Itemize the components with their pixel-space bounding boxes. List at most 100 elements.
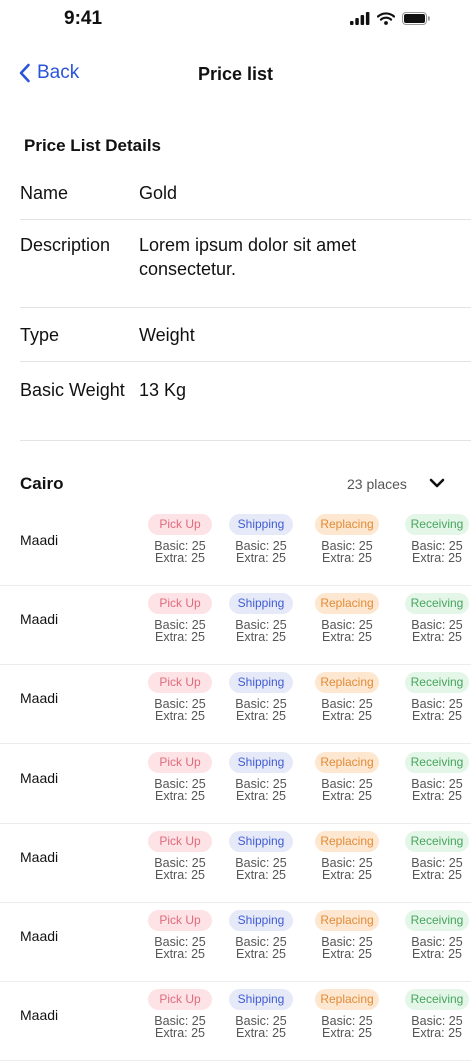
service-badge-recv: Receiving: [405, 910, 469, 931]
place-row: Maadi Pick Up Basic: 25 Extra: 25 Shipping Ba…: [0, 507, 471, 586]
extra-rate: Extra: 25: [321, 867, 373, 882]
basic-rate: Basic: 25: [411, 1014, 463, 1029]
service-cell: Replacing Basic: 25 Extra: 25: [311, 751, 383, 803]
service-badge-recv: Receiving: [405, 593, 469, 615]
detail-value: 13 Kg: [139, 380, 187, 400]
extra-rate: Extra: 25: [235, 551, 287, 565]
city-header[interactable]: Cairo 23 places: [20, 472, 471, 500]
basic-rate: Basic: 25: [235, 855, 287, 870]
extra-rate: Extra: 25: [235, 709, 287, 724]
service-cell: Replacing Basic: 25 Extra: 25: [311, 830, 383, 882]
service-badge-pickup: Pick Up: [148, 672, 212, 694]
service-badge-ship: Shipping: [229, 910, 293, 931]
place-row: Maadi Pick Up Basic: 25 Extra: 25 Shipping Ba…: [0, 982, 471, 1061]
service-badge-pickup: Pick Up: [148, 593, 212, 615]
service-badge-replace: Replacing: [315, 672, 379, 694]
place-row: Maadi Pick Up Basic: 25 Extra: 25 Shipping Ba…: [0, 903, 471, 982]
service-rates: Basic: 25 Extra: 25: [144, 776, 216, 802]
city-name: Cairo: [20, 474, 64, 493]
service-cell: Receiving Basic: 25 Extra: 25: [401, 593, 471, 643]
service-badge-pickup: Pick Up: [148, 830, 212, 852]
service-rates: Basic: 25 Extra: 25: [311, 855, 383, 882]
place-name: Maadi: [20, 769, 59, 786]
service-badge-recv: Receiving: [405, 514, 469, 535]
divider: [20, 219, 471, 220]
detail-value: Weight: [139, 325, 195, 345]
service-cell: Receiving Basic: 25 Extra: 25: [401, 830, 471, 882]
basic-rate: Basic: 25: [154, 776, 206, 791]
service-cell: Receiving Basic: 25 Extra: 25: [401, 910, 471, 960]
extra-rate: Extra: 25: [235, 788, 287, 803]
extra-rate: Extra: 25: [154, 1026, 206, 1041]
service-rates: Basic: 25 Extra: 25: [401, 857, 471, 882]
extra-rate: Extra: 25: [235, 867, 287, 882]
detail-label: Name: [20, 183, 69, 203]
service-cell: Pick Up Basic: 25 Extra: 25: [144, 830, 216, 882]
extra-rate: Extra: 25: [154, 947, 206, 961]
service-rates: Basic: 25 Extra: 25: [311, 777, 383, 803]
detail-value: Gold: [139, 183, 178, 203]
extra-rate: Extra: 25: [411, 709, 463, 724]
place-name: Maadi: [20, 1007, 59, 1024]
detail-value: Lorem ipsum dolor sit amet consectetur.: [139, 235, 357, 279]
extra-rate: Extra: 25: [154, 630, 206, 645]
signal-icon: [350, 12, 370, 25]
battery-icon: [402, 12, 430, 25]
service-cell: Receiving Basic: 25 Extra: 25: [401, 989, 471, 1039]
service-cell: Replacing Basic: 25 Extra: 25: [311, 910, 383, 960]
nav-bar: Back Price list: [0, 52, 471, 96]
service-rates: Basic: 25 Extra: 25: [311, 1014, 383, 1040]
service-cell: Pick Up Basic: 25 Extra: 25: [144, 989, 216, 1039]
chevron-down-icon[interactable]: [429, 477, 445, 489]
service-cell: Replacing Basic: 25 Extra: 25: [311, 514, 383, 564]
extra-rate: Extra: 25: [154, 867, 206, 882]
service-cell: Shipping Basic: 25 Extra: 25: [225, 989, 297, 1039]
service-rates: Basic: 25 Extra: 25: [225, 619, 297, 644]
extra-rate: Extra: 25: [411, 788, 463, 803]
status-time: 9:41: [64, 8, 103, 29]
service-rates: Basic: 25 Extra: 25: [225, 1015, 297, 1040]
service-badge-pickup: Pick Up: [148, 989, 212, 1011]
service-cell: Receiving Basic: 25 Extra: 25: [401, 751, 471, 803]
place-name: Maadi: [20, 611, 59, 628]
divider: [20, 307, 471, 308]
service-badge-ship: Shipping: [229, 989, 293, 1011]
service-cell: Shipping Basic: 25 Extra: 25: [225, 910, 297, 960]
service-rates: Basic: 25 Extra: 25: [311, 540, 383, 565]
section-title: Price List Details: [24, 136, 162, 155]
service-cell: Replacing Basic: 25 Extra: 25: [311, 593, 383, 643]
wifi-icon: [377, 12, 395, 25]
place-name: Maadi: [20, 532, 59, 548]
detail-label: Type: [20, 325, 60, 345]
service-rates: Basic: 25 Extra: 25: [144, 1015, 216, 1041]
extra-rate: Extra: 25: [154, 709, 206, 724]
service-cell: Shipping Basic: 25 Extra: 25: [225, 672, 297, 724]
back-button[interactable]: Back: [18, 62, 79, 84]
service-cell: Pick Up Basic: 25 Extra: 25: [144, 593, 216, 643]
service-rates: Basic: 25 Extra: 25: [144, 857, 216, 882]
service-cell: Shipping Basic: 25 Extra: 25: [225, 514, 297, 564]
service-cell: Replacing Basic: 25 Extra: 25: [311, 989, 383, 1039]
extra-rate: Extra: 25: [321, 947, 373, 961]
service-badge-pickup: Pick Up: [148, 514, 212, 535]
service-cell: Pick Up Basic: 25 Extra: 25: [144, 751, 216, 802]
service-cell: Pick Up Basic: 25 Extra: 25: [144, 514, 216, 564]
service-cell: Pick Up Basic: 25 Extra: 25: [144, 910, 216, 960]
basic-rate: Basic: 25: [321, 1014, 373, 1029]
extra-rate: Extra: 25: [321, 630, 373, 645]
service-rates: Basic: 25 Extra: 25: [401, 777, 471, 803]
basic-rate: Basic: 25: [321, 855, 373, 870]
extra-rate: Extra: 25: [411, 867, 463, 882]
service-rates: Basic: 25 Extra: 25: [225, 855, 297, 882]
extra-rate: Extra: 25: [321, 551, 373, 565]
divider: [20, 361, 471, 362]
service-badge-replace: Replacing: [315, 910, 379, 931]
service-cell: Receiving Basic: 25 Extra: 25: [401, 514, 471, 564]
extra-rate: Extra: 25: [411, 947, 463, 961]
service-rates: Basic: 25 Extra: 25: [311, 936, 383, 961]
service-badge-ship: Shipping: [229, 593, 293, 615]
service-cell: Replacing Basic: 25 Extra: 25: [311, 672, 383, 723]
extra-rate: Extra: 25: [321, 788, 373, 803]
service-cell: Shipping Basic: 25 Extra: 25: [225, 593, 297, 643]
service-badge-replace: Replacing: [315, 514, 379, 535]
